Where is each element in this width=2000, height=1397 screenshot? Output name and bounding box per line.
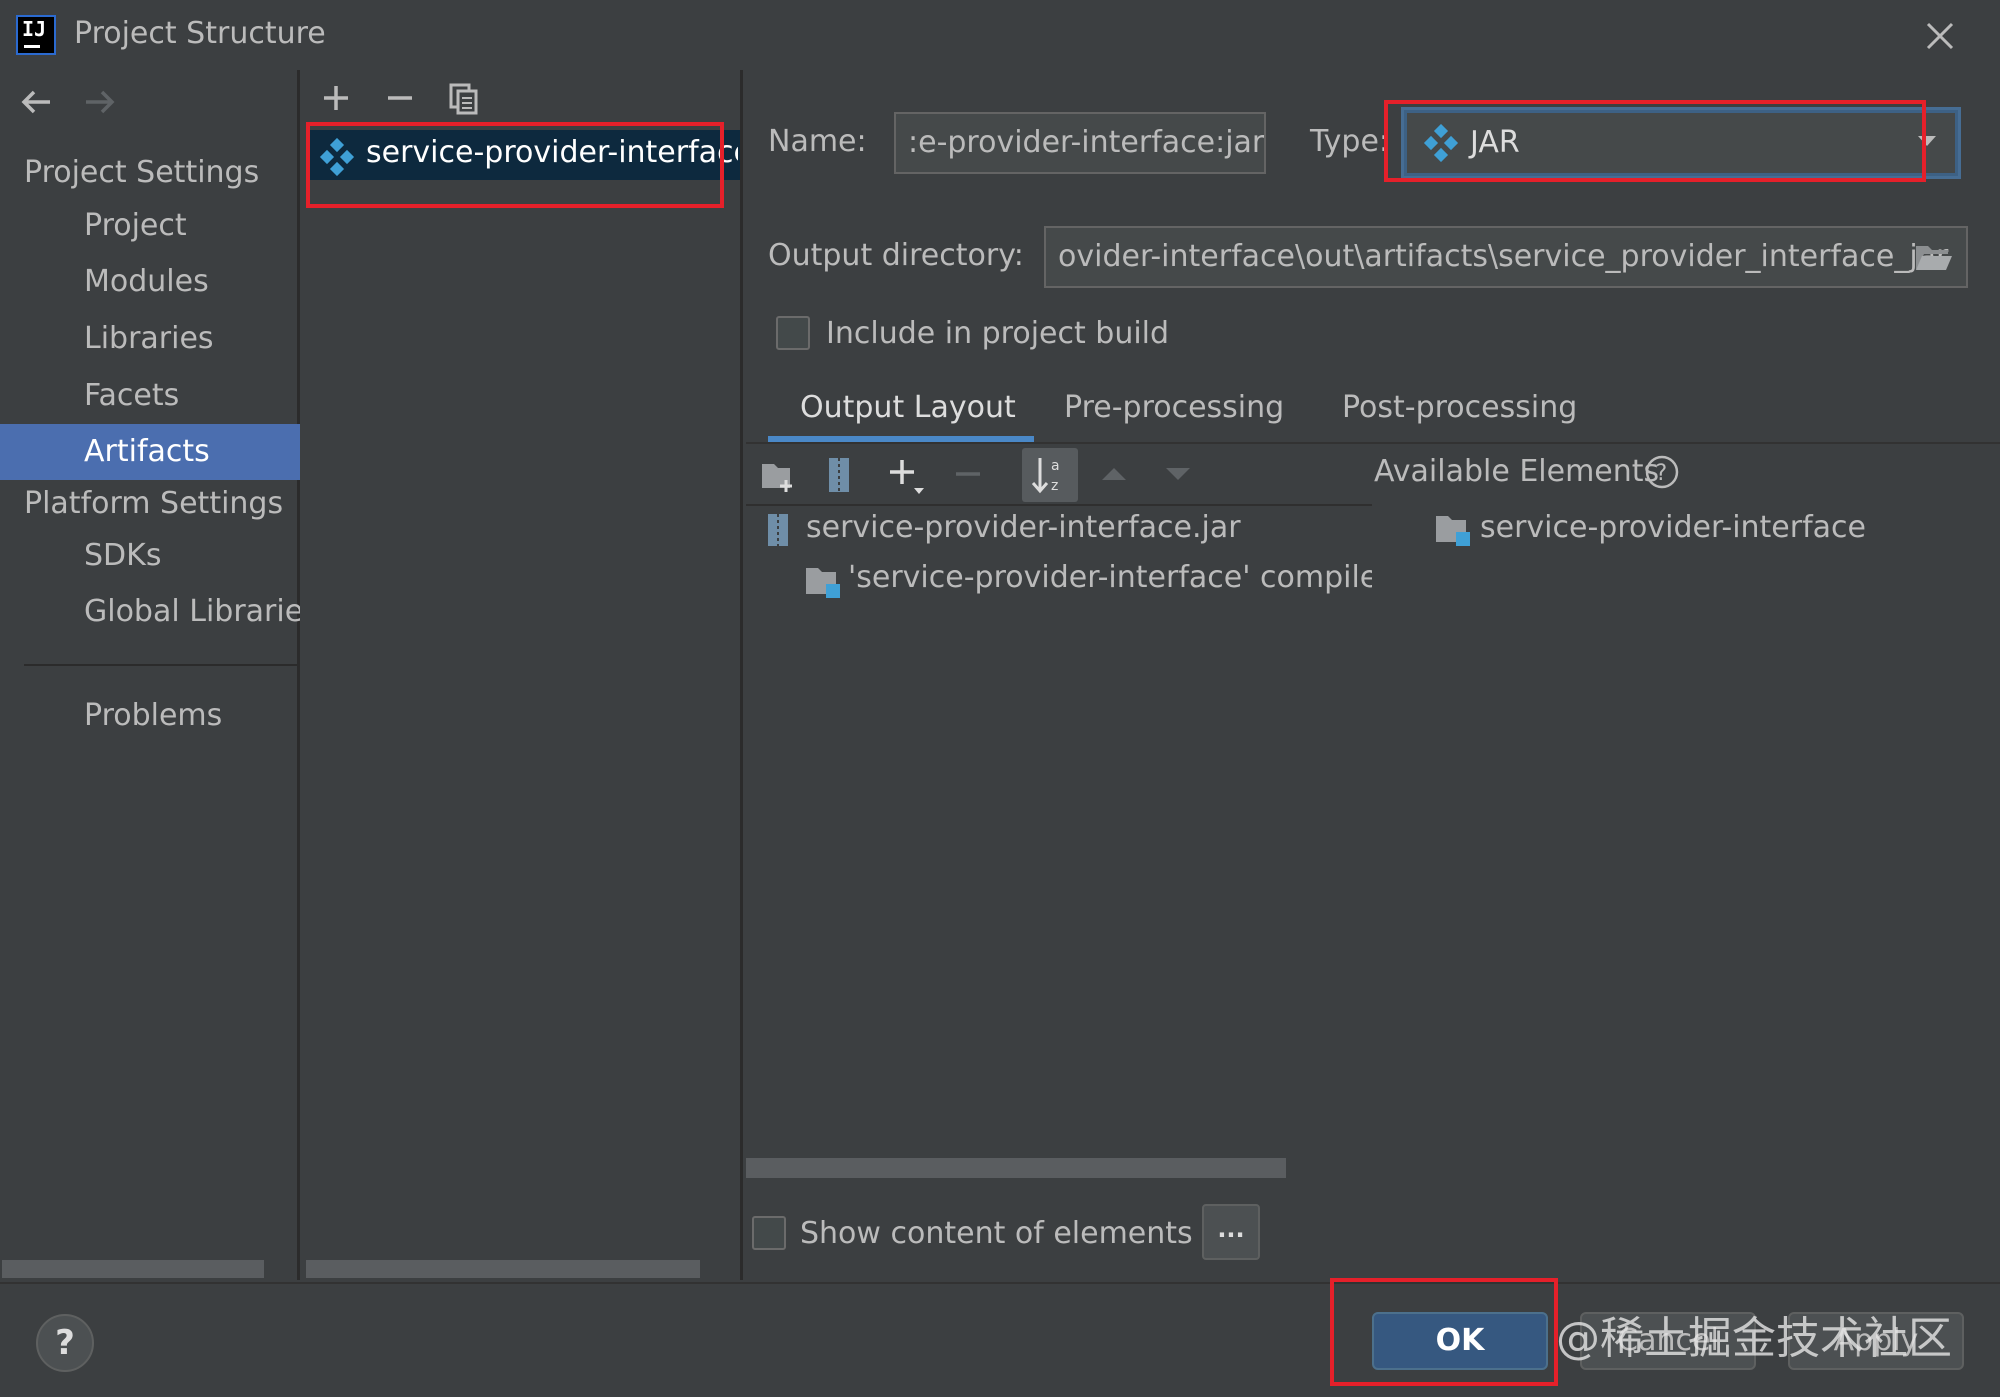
highlight-box-type — [1384, 100, 1926, 182]
layout-horizontal-scrollbar[interactable] — [746, 1158, 1286, 1178]
tree-item-compile-output[interactable]: 'service-provider-interface' compile o — [848, 560, 1372, 595]
type-label: Type: — [1310, 124, 1390, 159]
sidebar-item-sdks[interactable]: SDKs — [0, 528, 300, 584]
footer-divider — [0, 1282, 2000, 1284]
back-arrow-icon[interactable] — [16, 84, 56, 120]
sidebar-item-project[interactable]: Project — [0, 198, 300, 254]
svg-text:?: ? — [1656, 461, 1668, 486]
sidebar-divider — [24, 664, 300, 666]
output-directory-field[interactable]: ovider-interface\out\artifacts\service_p… — [1044, 226, 1968, 288]
name-field[interactable]: :e-provider-interface:jar — [894, 112, 1266, 174]
module-folder-icon — [1434, 512, 1474, 548]
show-content-checkbox[interactable] — [752, 1216, 786, 1250]
available-elements-label: Available Elements — [1374, 454, 1660, 489]
name-label: Name: — [768, 124, 867, 159]
artifacts-list-panel — [303, 70, 743, 1280]
intellij-logo-icon: IJ — [16, 15, 56, 55]
output-directory-label: Output directory: — [768, 238, 1024, 273]
tab-pre-processing[interactable]: Pre-processing — [1064, 390, 1284, 425]
artifacts-list-scrollbar[interactable] — [306, 1260, 700, 1278]
tab-output-layout[interactable]: Output Layout — [800, 390, 1016, 425]
project-settings-header: Project Settings — [24, 155, 260, 190]
move-down-icon[interactable] — [1162, 462, 1194, 486]
help-circle-icon[interactable]: ? — [1644, 454, 1680, 490]
available-element-module[interactable]: service-provider-interface — [1480, 510, 1866, 545]
tree-item-jar[interactable]: service-provider-interface.jar — [806, 510, 1241, 545]
layout-toolbar-divider — [746, 504, 1372, 506]
tab-post-processing[interactable]: Post-processing — [1342, 390, 1577, 425]
module-folder-icon — [804, 564, 844, 600]
help-button[interactable]: ? — [36, 1314, 94, 1372]
tab-bar-divider — [746, 442, 2000, 444]
watermark: @稀土掘金技术社区 — [1556, 1313, 1952, 1364]
more-options-button[interactable]: ... — [1202, 1204, 1260, 1260]
add-element-icon[interactable] — [886, 456, 926, 496]
close-icon[interactable] — [1922, 18, 1958, 54]
add-icon[interactable] — [318, 80, 354, 116]
highlight-box-artifact — [306, 122, 724, 208]
move-up-icon[interactable] — [1098, 462, 1130, 486]
sidebar-item-libraries[interactable]: Libraries — [0, 311, 300, 367]
create-directory-icon[interactable] — [760, 458, 798, 494]
window-title: Project Structure — [74, 16, 326, 51]
include-in-build-checkbox[interactable] — [776, 316, 810, 350]
remove-element-icon[interactable] — [952, 458, 984, 490]
sidebar-item-facets[interactable]: Facets — [0, 368, 300, 424]
include-in-build-label: Include in project build — [826, 316, 1170, 351]
forward-arrow-icon[interactable] — [80, 84, 120, 120]
create-archive-icon[interactable] — [826, 456, 852, 494]
sidebar-item-artifacts[interactable]: Artifacts — [0, 424, 300, 480]
show-content-label: Show content of elements — [800, 1216, 1193, 1251]
sidebar-item-problems[interactable]: Problems — [0, 688, 300, 744]
sidebar-item-global-libraries[interactable]: Global Libraries — [0, 584, 300, 640]
sidebar-scrollbar[interactable] — [2, 1260, 264, 1278]
folder-open-icon[interactable] — [1914, 240, 1954, 274]
platform-settings-header: Platform Settings — [24, 486, 284, 521]
jar-archive-icon — [766, 512, 790, 548]
svg-text:a: a — [1051, 458, 1060, 474]
copy-icon[interactable] — [446, 80, 482, 116]
highlight-box-ok — [1330, 1278, 1558, 1386]
svg-text:z: z — [1051, 478, 1058, 494]
remove-icon[interactable] — [382, 80, 418, 116]
sidebar-item-modules[interactable]: Modules — [0, 254, 300, 310]
sort-alphabetically-icon: az — [1030, 454, 1070, 496]
